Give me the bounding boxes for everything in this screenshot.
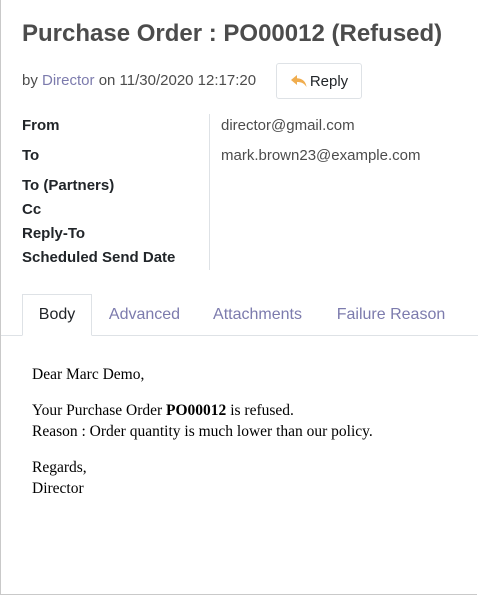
author-link[interactable]: Director <box>42 72 95 89</box>
body-line-1-suffix: is refused. <box>226 402 294 419</box>
body-po-number: PO00012 <box>166 402 227 419</box>
message-form: Purchase Order : PO00012 (Refused) by Di… <box>0 0 478 595</box>
body-signature: Director <box>32 480 84 497</box>
header-fields: From director@gmail.com To mark.brown23@… <box>22 114 478 270</box>
to-label: To <box>22 147 40 164</box>
scheduled-send-date-label: Scheduled Send Date <box>22 249 176 266</box>
to-partners-label: To (Partners) <box>22 177 115 194</box>
tab-body[interactable]: Body <box>22 294 92 336</box>
reply-label: Reply <box>309 72 349 90</box>
tab-advanced[interactable]: Advanced <box>97 294 192 336</box>
from-value[interactable]: director@gmail.com <box>221 117 355 134</box>
sent-date: on 11/30/2020 12:17:20 <box>98 72 257 89</box>
body-line-1-prefix: Your Purchase Order <box>32 402 167 419</box>
from-label: From <box>22 117 60 134</box>
reply-arrow-icon <box>290 74 308 88</box>
cc-label: Cc <box>22 201 42 218</box>
body-closing: Regards, <box>32 459 87 476</box>
tab-attachments[interactable]: Attachments <box>202 294 313 336</box>
notebook-tabs: Body Advanced Attachments Failure Reason <box>1 294 478 336</box>
to-value[interactable]: mark.brown23@example.com <box>221 147 420 164</box>
body-line-1: Your Purchase Order PO00012 is refused. <box>32 402 294 420</box>
field-divider <box>209 114 210 270</box>
reply-button[interactable]: Reply <box>276 63 362 99</box>
body-greeting: Dear Marc Demo, <box>32 366 145 383</box>
page-title: Purchase Order : PO00012 (Refused) <box>22 20 443 47</box>
body-line-2: Reason : Order quantity is much lower th… <box>32 423 373 440</box>
reply-to-label: Reply-To <box>22 225 86 242</box>
by-label: by <box>22 72 38 89</box>
tab-failure-reason[interactable]: Failure Reason <box>326 294 456 336</box>
message-meta: by Director on 11/30/2020 12:17:20 <box>22 72 256 89</box>
